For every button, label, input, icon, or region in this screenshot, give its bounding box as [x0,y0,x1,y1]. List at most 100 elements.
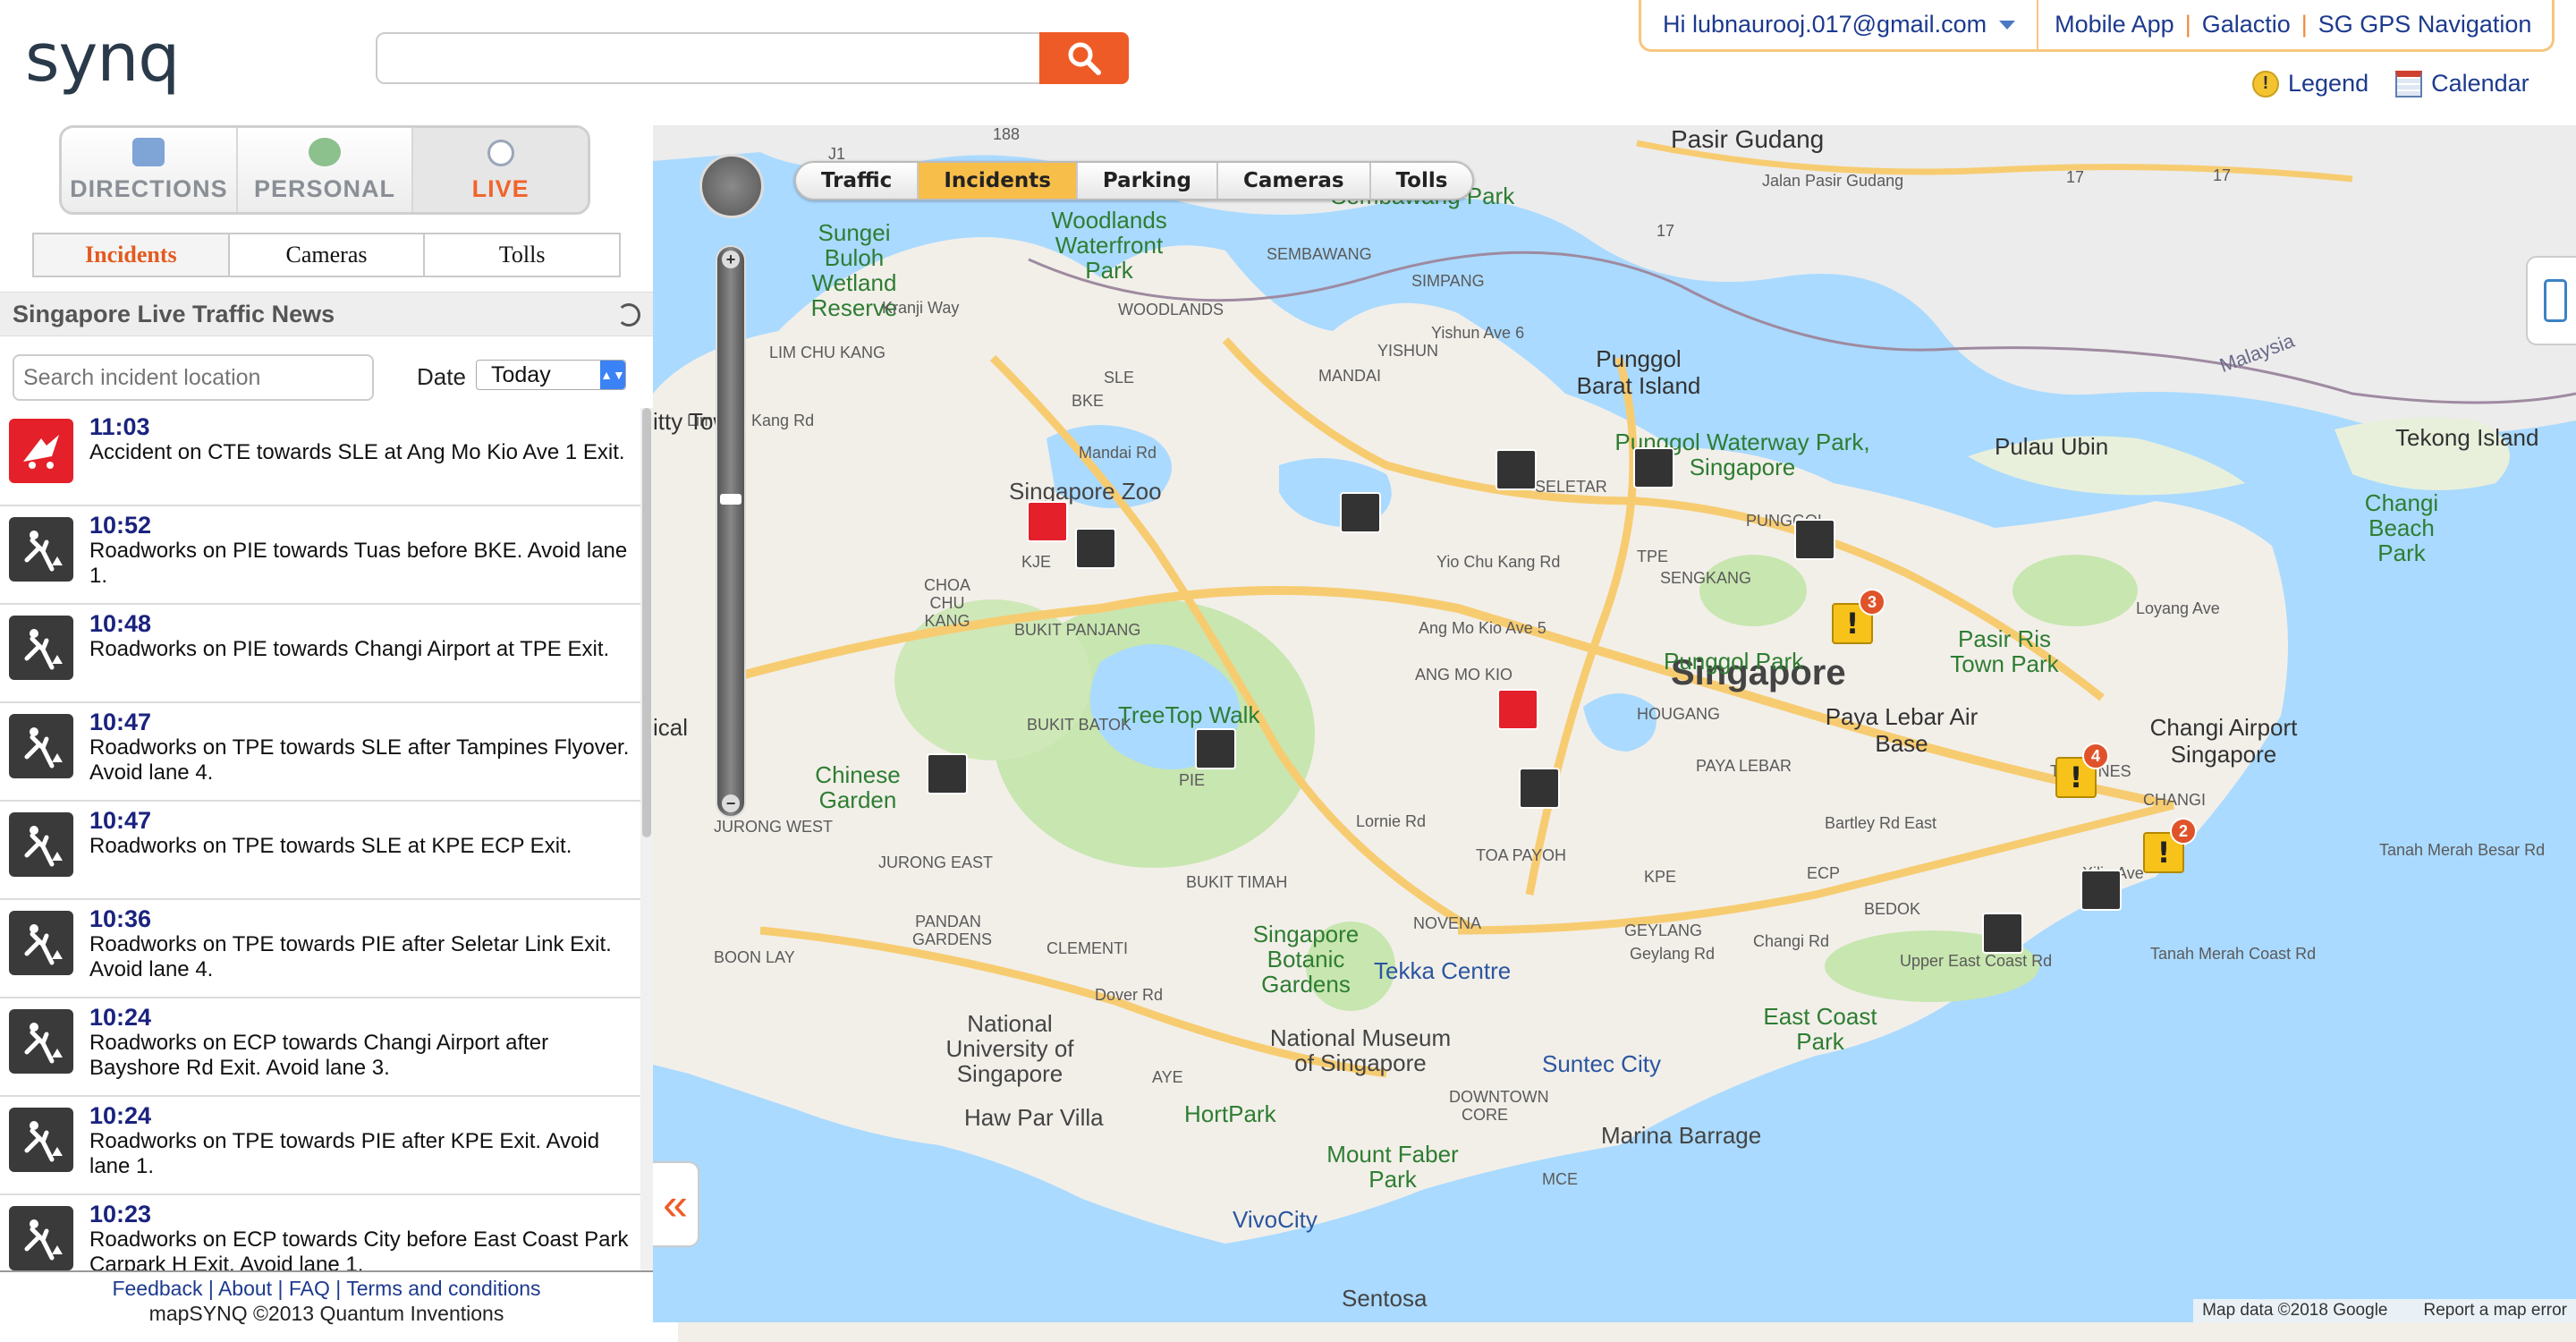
map-label-seletar: SELETAR [1535,478,1607,496]
footer-link-feedback[interactable]: Feedback [112,1277,202,1300]
incident-item[interactable]: 10:48 Roadworks on PIE towards Changi Ai… [0,605,640,703]
zoom-slider-thumb[interactable] [720,494,741,505]
map-pan-control[interactable] [699,154,764,218]
incident-item[interactable]: 10:24 Roadworks on TPE towards PIE after… [0,1097,640,1195]
map-label-national-museum: National Museum of Singapore [1269,1024,1452,1076]
incident-list-scrollbar[interactable] [640,408,653,1270]
incident-item[interactable]: 10:52 Roadworks on PIE towards Tuas befo… [0,506,640,605]
incident-item[interactable]: 10:36 Roadworks on TPE towards PIE after… [0,900,640,998]
map-roadworks-marker[interactable] [1195,728,1236,769]
map-label-woodlands: WOODLANDS [1118,301,1224,319]
map-road-lornie: Lornie Rd [1356,812,1427,830]
roadworks-icon [9,1009,73,1074]
map-label-paya-lebar: PAYA LEBAR [1696,757,1792,775]
map-roadworks-marker[interactable] [1794,519,1835,560]
map-attribution: Map data ©2018 Google Report a map error [2193,1299,2576,1322]
location-search-input[interactable] [376,32,1041,84]
layer-tolls[interactable]: Tolls [1371,163,1473,199]
map-roadworks-marker[interactable] [1633,447,1674,488]
zoom-out-button[interactable]: − [722,794,740,812]
footer-link-faq[interactable]: FAQ [289,1277,330,1300]
map-label-hortpark: HortPark [1184,1100,1276,1127]
incident-description: Roadworks on PIE towards Changi Airport … [89,637,610,661]
map-canvas[interactable]: Singapore Pasir Gudang Sungei Buloh Wetl… [653,125,2576,1322]
map-label-jurong-east: JURONG EAST [878,854,994,871]
incident-item[interactable]: 10:47 Roadworks on TPE towards SLE after… [0,703,640,802]
calendar-link[interactable]: Calendar [2431,70,2529,98]
map-label-sentosa: Sentosa [1342,1285,1428,1312]
map-layer-toggle: Traffic Incidents Parking Cameras Tolls [794,161,1475,200]
footer-link-terms[interactable]: Terms and conditions [346,1277,540,1300]
layer-traffic[interactable]: Traffic [796,163,919,199]
subtab-cameras[interactable]: Cameras [230,234,426,276]
map-label-novena: NOVENA [1413,914,1482,932]
map-roadworks-marker[interactable] [927,753,968,794]
incident-item[interactable]: 10:24 Roadworks on ECP towards Changi Ai… [0,998,640,1097]
subtab-incidents[interactable]: Incidents [34,234,230,276]
map-roadworks-marker[interactable] [1982,913,2023,954]
map-roadworks-marker[interactable] [1075,528,1116,569]
date-label: Date [417,363,466,390]
incident-description: Roadworks on ECP towards City before Eas… [89,1227,629,1270]
map-label-haw-par: Haw Par Villa [964,1104,1104,1131]
map-roadworks-marker[interactable] [2080,870,2122,911]
link-sg-gps-navigation[interactable]: SG GPS Navigation [2318,11,2532,38]
map-zoom-slider[interactable]: + − [716,245,746,818]
tab-live[interactable]: LIVE [413,128,588,212]
report-map-error-link[interactable]: Report a map error [2423,1301,2567,1321]
incident-description: Roadworks on TPE towards SLE after Tampi… [89,735,630,785]
map-accident-marker[interactable] [1497,689,1538,730]
map-road-yio-chu-kang: Yio Chu Kang Rd [1436,553,1561,571]
search-button[interactable] [1039,32,1129,84]
map-road-kje: KJE [1021,553,1052,571]
mobile-app-tab[interactable] [2526,256,2576,345]
incident-item[interactable]: 10:23 Roadworks on ECP towards City befo… [0,1195,640,1270]
map-label-punggol-park: Punggol Park [1664,648,1804,675]
refresh-icon[interactable] [617,303,640,327]
map-road-17: 17 [2066,168,2085,186]
map-road-pie: PIE [1179,771,1206,789]
map-label-east-coast-park: East Coast Park [1763,1003,1877,1055]
zoom-in-button[interactable]: + [722,251,740,268]
account-menu[interactable]: Hi lubnaurooj.017@gmail.com [1641,0,2039,51]
legend-link[interactable]: Legend [2288,70,2368,98]
mapsynq-logo[interactable]: mapsynq [25,20,2576,1342]
footer-links: Feedback | About | FAQ | Terms and condi… [112,1277,541,1300]
map-label-nus: National University of Singapore [945,1010,1074,1087]
map-road-17: 17 [1657,222,1675,240]
link-mobile-app[interactable]: Mobile App [2055,11,2174,38]
incident-description: Roadworks on TPE towards SLE at KPE ECP … [89,834,572,858]
search-icon [1068,42,1101,75]
map-roadworks-marker[interactable] [1340,492,1381,533]
user-icon [309,138,341,166]
layer-parking[interactable]: Parking [1078,163,1219,199]
footer-link-about[interactable]: About [218,1277,272,1300]
map-accident-marker[interactable] [1027,501,1068,542]
map-road-mandai: Mandai Rd [1079,444,1157,462]
map-label-changi-beach: Changi Beach Park [2364,489,2439,566]
incident-item[interactable]: 10:47 Roadworks on TPE towards SLE at KP… [0,802,640,900]
tab-directions[interactable]: DIRECTIONS [62,128,238,212]
collapse-panel-button[interactable]: « [653,1161,699,1247]
map-road-amk-ave5: Ang Mo Kio Ave 5 [1419,619,1546,637]
map-roadworks-marker[interactable] [1519,768,1560,809]
map-label-pulau-ubin: Pulau Ubin [1995,433,2109,460]
mobile-phone-icon [2544,279,2567,322]
map-label-boon-lay: BOON LAY [714,948,795,966]
roadworks-icon [9,616,73,680]
roadworks-icon [9,517,73,582]
scrollbar-thumb[interactable] [642,408,651,837]
map-road-bartley: Bartley Rd East [1825,814,1937,832]
incident-search-input[interactable] [13,354,374,401]
incident-item[interactable]: 11:03 Accident on CTE towards SLE at Ang… [0,408,640,506]
link-galactio[interactable]: Galactio [2202,11,2291,38]
map-road-yishun-ave: Yishun Ave 6 [1431,324,1525,342]
map-road-188: 188 [993,125,1021,143]
map-label-downtown: DOWNTOWN CORE [1449,1088,1549,1124]
layer-cameras[interactable]: Cameras [1218,163,1371,199]
subtab-tolls[interactable]: Tolls [425,234,619,276]
date-select[interactable]: Today ▲▼ [476,360,626,390]
layer-incidents[interactable]: Incidents [919,163,1078,199]
tab-personal[interactable]: PERSONAL [238,128,414,212]
map-roadworks-marker[interactable] [1496,449,1537,490]
